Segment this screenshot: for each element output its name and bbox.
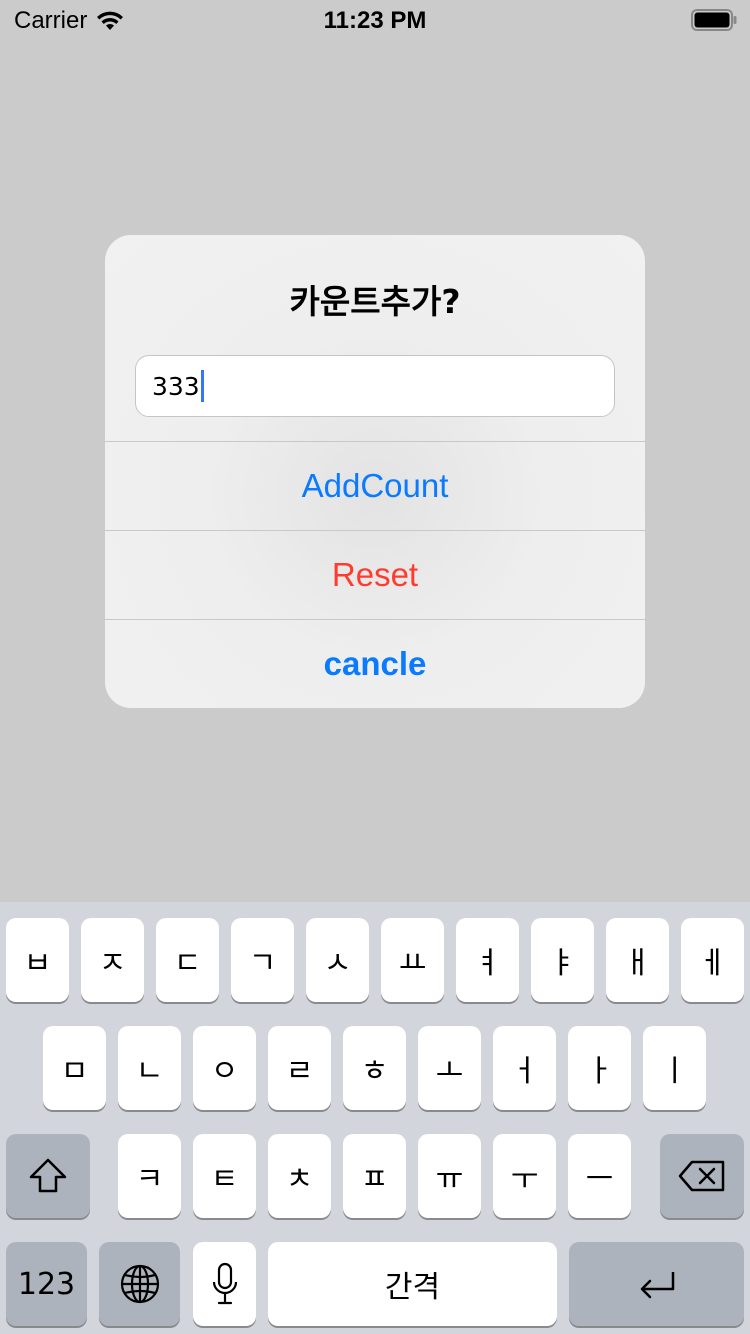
globe-key[interactable]	[99, 1242, 180, 1326]
text-caret	[200, 370, 204, 402]
key-t[interactable]: ㅌ	[193, 1134, 256, 1218]
count-input[interactable]: 333	[135, 355, 615, 417]
cancel-button[interactable]: cancle	[105, 619, 645, 708]
alert-title: 카운트추가?	[289, 282, 461, 321]
key-r[interactable]: ㄹ	[268, 1026, 331, 1110]
key-k[interactable]: ㅋ	[118, 1134, 181, 1218]
key-o[interactable]: ㅗ	[418, 1026, 481, 1110]
key-u[interactable]: ㅜ	[493, 1134, 556, 1218]
key-yo[interactable]: ㅛ	[381, 918, 444, 1002]
key-ae[interactable]: ㅐ	[606, 918, 669, 1002]
key-e[interactable]: ㅔ	[681, 918, 744, 1002]
key-a[interactable]: ㅏ	[568, 1026, 631, 1110]
microphone-icon	[212, 1262, 237, 1305]
count-input-value: 333	[152, 371, 200, 401]
return-arrow-icon	[640, 1272, 674, 1299]
key-ng[interactable]: ㅇ	[193, 1026, 256, 1110]
key-eu[interactable]: ㅡ	[568, 1134, 631, 1218]
key-d[interactable]: ㄷ	[156, 918, 219, 1002]
battery-icon	[691, 9, 737, 31]
korean-keyboard: ㅂ ㅈ ㄷ ㄱ ㅅ ㅛ ㅕ ㅑ ㅐ ㅔ ㅁ ㄴ ㅇ ㄹ ㅎ ㅗ ㅓ ㅏ ㅣ ㅋ …	[0, 902, 750, 1334]
key-yu[interactable]: ㅠ	[418, 1134, 481, 1218]
alert-dialog: 카운트추가? 333 AddCount Reset cancle	[105, 235, 645, 708]
shift-key[interactable]	[6, 1134, 90, 1218]
key-g[interactable]: ㄱ	[231, 918, 294, 1002]
backspace-icon	[678, 1160, 725, 1192]
key-eo[interactable]: ㅓ	[493, 1026, 556, 1110]
key-n[interactable]: ㄴ	[118, 1026, 181, 1110]
key-ya[interactable]: ㅑ	[531, 918, 594, 1002]
reset-button[interactable]: Reset	[105, 530, 645, 619]
key-i[interactable]: ㅣ	[643, 1026, 706, 1110]
key-ch[interactable]: ㅊ	[268, 1134, 331, 1218]
globe-icon	[120, 1264, 159, 1304]
key-p[interactable]: ㅍ	[343, 1134, 406, 1218]
shift-arrow-icon	[29, 1158, 67, 1193]
return-key[interactable]	[569, 1242, 744, 1326]
key-m[interactable]: ㅁ	[43, 1026, 106, 1110]
clock: 11:23 PM	[323, 7, 427, 34]
space-key[interactable]: 간격	[268, 1242, 557, 1326]
add-count-button[interactable]: AddCount	[105, 441, 645, 530]
key-j[interactable]: ㅈ	[81, 918, 144, 1002]
delete-key[interactable]	[660, 1134, 744, 1218]
key-s[interactable]: ㅅ	[306, 918, 369, 1002]
key-b[interactable]: ㅂ	[6, 918, 69, 1002]
dictation-key[interactable]	[193, 1242, 256, 1326]
key-yeo[interactable]: ㅕ	[456, 918, 519, 1002]
numbers-key[interactable]: 123	[6, 1242, 87, 1326]
key-h[interactable]: ㅎ	[343, 1026, 406, 1110]
status-bar: Carrier 11:23 PM	[0, 0, 750, 40]
